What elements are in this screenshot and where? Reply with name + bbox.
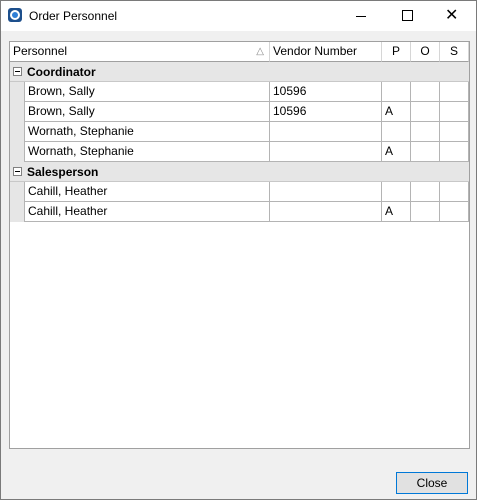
column-header-o[interactable]: O [411, 42, 440, 62]
cell-o[interactable] [411, 102, 440, 122]
title-bar[interactable]: Order Personnel ✕ [1, 1, 476, 31]
cell-personnel[interactable]: Wornath, Stephanie [24, 142, 270, 162]
cell-p[interactable]: A [382, 202, 411, 222]
cell-s[interactable] [440, 182, 469, 202]
column-header-personnel-label: Personnel [13, 44, 68, 58]
cell-vendor-number[interactable] [270, 182, 382, 202]
cell-s[interactable] [440, 202, 469, 222]
group-label: Coordinator [27, 65, 96, 79]
cell-personnel[interactable]: Brown, Sally [24, 82, 270, 102]
group-row-coordinator[interactable]: Coordinator [10, 62, 469, 82]
column-header-vendor-number[interactable]: Vendor Number [270, 42, 382, 62]
order-personnel-window: Order Personnel ✕ Personnel △ Vendor Num… [0, 0, 477, 500]
cell-s[interactable] [440, 122, 469, 142]
column-header-s[interactable]: S [440, 42, 469, 62]
cell-personnel[interactable]: Wornath, Stephanie [24, 122, 270, 142]
row-indent [10, 182, 24, 202]
cell-o[interactable] [411, 82, 440, 102]
cell-p[interactable] [382, 82, 411, 102]
cell-s[interactable] [440, 82, 469, 102]
table-row[interactable]: Brown, Sally 10596 A [10, 102, 469, 122]
cell-o[interactable] [411, 202, 440, 222]
cell-p[interactable] [382, 122, 411, 142]
table-row[interactable]: Wornath, Stephanie A [10, 142, 469, 162]
row-indent [10, 82, 24, 102]
minimize-button[interactable] [338, 1, 384, 31]
table-row[interactable]: Brown, Sally 10596 [10, 82, 469, 102]
cell-p[interactable]: A [382, 102, 411, 122]
personnel-grid[interactable]: Personnel △ Vendor Number P O S Coordina… [9, 41, 470, 449]
cell-vendor-number[interactable]: 10596 [270, 82, 382, 102]
close-button[interactable]: Close [396, 472, 468, 494]
table-row[interactable]: Wornath, Stephanie [10, 122, 469, 142]
column-header-p[interactable]: P [382, 42, 411, 62]
row-indent [10, 122, 24, 142]
group-row-salesperson[interactable]: Salesperson [10, 162, 469, 182]
cell-p[interactable] [382, 182, 411, 202]
maximize-button[interactable] [384, 1, 430, 31]
row-indent [10, 142, 24, 162]
table-row[interactable]: Cahill, Heather A [10, 202, 469, 222]
collapse-icon[interactable] [13, 167, 22, 176]
cell-o[interactable] [411, 142, 440, 162]
cell-personnel[interactable]: Brown, Sally [24, 102, 270, 122]
window-title: Order Personnel [29, 9, 118, 23]
minimize-icon [356, 16, 366, 17]
cell-p[interactable]: A [382, 142, 411, 162]
cell-o[interactable] [411, 182, 440, 202]
app-icon [8, 8, 22, 22]
column-header-personnel[interactable]: Personnel △ [10, 42, 270, 62]
cell-vendor-number[interactable] [270, 142, 382, 162]
group-label: Salesperson [27, 165, 99, 179]
cell-s[interactable] [440, 142, 469, 162]
cell-personnel[interactable]: Cahill, Heather [24, 182, 270, 202]
window-close-button[interactable]: ✕ [430, 1, 476, 31]
table-row[interactable]: Cahill, Heather [10, 182, 469, 202]
cell-personnel[interactable]: Cahill, Heather [24, 202, 270, 222]
row-indent [10, 202, 24, 222]
cell-vendor-number[interactable] [270, 122, 382, 142]
cell-vendor-number[interactable] [270, 202, 382, 222]
sort-ascending-icon: △ [256, 46, 264, 57]
collapse-icon[interactable] [13, 67, 22, 76]
cell-o[interactable] [411, 122, 440, 142]
cell-s[interactable] [440, 102, 469, 122]
row-indent [10, 102, 24, 122]
maximize-icon [402, 10, 413, 21]
cell-vendor-number[interactable]: 10596 [270, 102, 382, 122]
close-icon: ✕ [445, 5, 459, 24]
